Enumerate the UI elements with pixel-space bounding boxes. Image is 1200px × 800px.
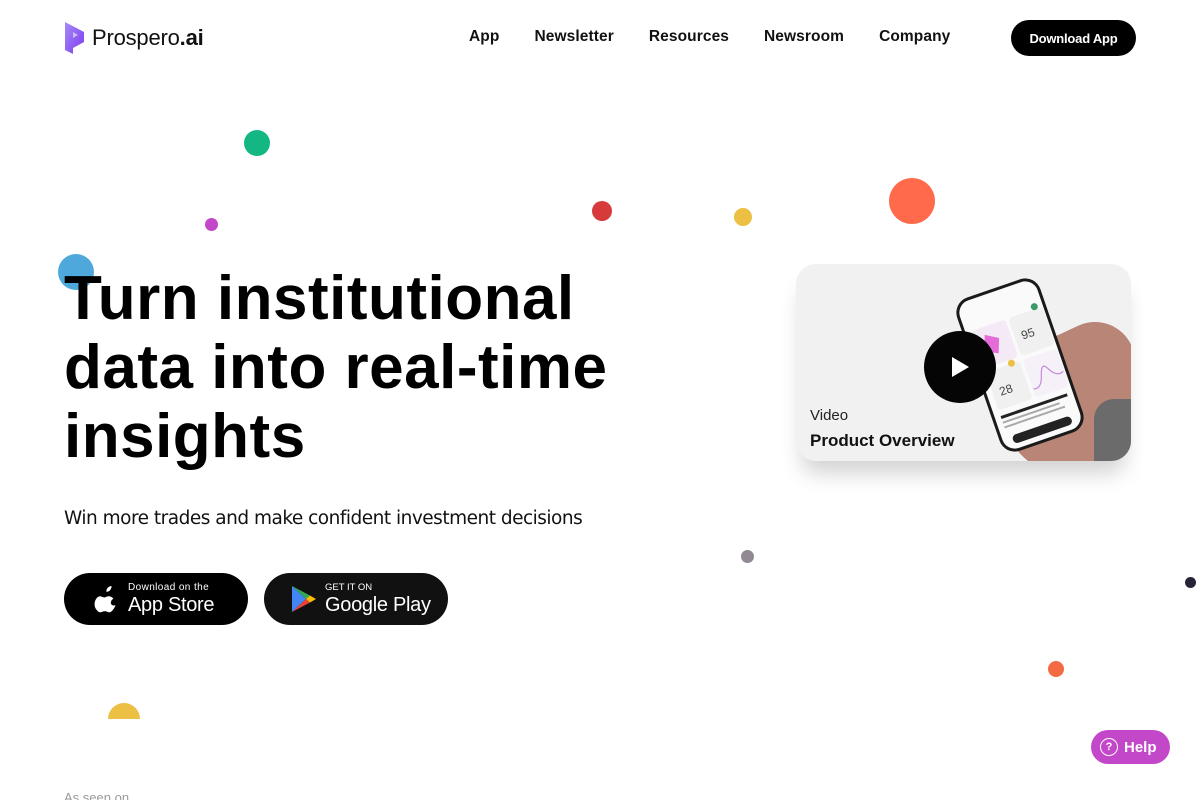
main-menu: App Newsletter Resources Newsroom Compan… bbox=[469, 28, 985, 46]
decorative-dot bbox=[108, 703, 140, 719]
prospero-logo-icon bbox=[65, 22, 84, 54]
top-navigation: Prospero.ai App Newsletter Resources New… bbox=[0, 0, 1200, 76]
google-play-big-text: Google Play bbox=[325, 593, 431, 616]
google-play-icon bbox=[292, 586, 316, 612]
nav-link-app[interactable]: App bbox=[469, 28, 499, 46]
logo[interactable]: Prospero.ai bbox=[64, 21, 204, 55]
decorative-dot bbox=[1185, 577, 1196, 588]
nav-link-resources[interactable]: Resources bbox=[649, 28, 729, 46]
headline-line: data into real-time bbox=[64, 333, 608, 402]
nav-link-newsroom[interactable]: Newsroom bbox=[764, 28, 844, 46]
app-store-button[interactable]: Download on the App Store bbox=[64, 573, 248, 625]
video-label: Video bbox=[810, 407, 849, 424]
sleeve-image bbox=[1094, 399, 1131, 461]
decorative-dot bbox=[1048, 661, 1064, 677]
decorative-dot bbox=[741, 550, 754, 563]
google-play-button[interactable]: GET IT ON Google Play bbox=[264, 573, 448, 625]
decorative-dot bbox=[889, 178, 935, 224]
brand-name: Prospero.ai bbox=[92, 25, 204, 50]
help-button[interactable]: ? Help bbox=[1091, 730, 1170, 764]
play-icon bbox=[952, 357, 969, 377]
play-video-button[interactable] bbox=[924, 331, 996, 403]
app-store-small-text: Download on the bbox=[128, 582, 210, 593]
decorative-dot bbox=[734, 208, 752, 226]
headline-line: insights bbox=[64, 402, 306, 471]
decorative-dot bbox=[244, 130, 270, 156]
download-app-button[interactable]: Download App bbox=[1011, 20, 1136, 56]
as-seen-on-heading: As seen on bbox=[64, 790, 130, 800]
question-icon: ? bbox=[1100, 738, 1118, 756]
hero-headline: Turn institutional data into real-time i… bbox=[64, 264, 724, 471]
google-play-small-text: GET IT ON bbox=[325, 582, 373, 594]
nav-link-newsletter[interactable]: Newsletter bbox=[534, 28, 613, 46]
help-label: Help bbox=[1124, 738, 1157, 756]
headline-line: Turn institutional bbox=[64, 264, 575, 333]
hero-subheadline: Win more trades and make confident inves… bbox=[64, 508, 583, 529]
decorative-dot bbox=[592, 201, 612, 221]
app-store-big-text: App Store bbox=[128, 594, 215, 616]
nav-link-company[interactable]: Company bbox=[879, 28, 950, 46]
decorative-dot bbox=[205, 218, 218, 231]
apple-icon bbox=[94, 586, 116, 613]
product-overview-video-card[interactable]: 95 28 Video Product Overview bbox=[796, 264, 1131, 461]
video-title: Product Overview bbox=[810, 431, 955, 450]
